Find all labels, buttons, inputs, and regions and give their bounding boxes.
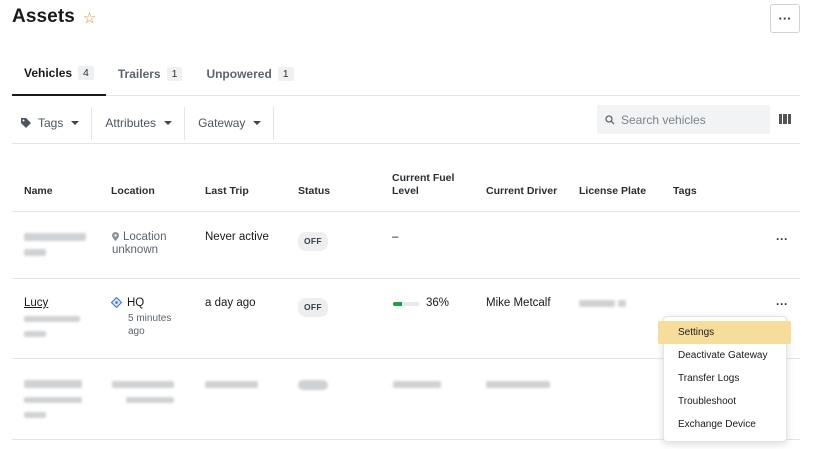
asset-tabs: Vehicles 4 Trailers 1 Unpowered 1	[12, 52, 800, 96]
tags-filter[interactable]: Tags	[12, 106, 93, 140]
menu-item-exchange-device[interactable]: Exchange Device	[664, 413, 786, 436]
chevron-down-icon	[71, 121, 80, 125]
attributes-filter-label: Attributes	[105, 116, 157, 130]
page-more-button[interactable]: ···	[770, 4, 800, 33]
chevron-down-icon	[253, 121, 262, 125]
fuel-redacted	[393, 379, 441, 392]
location-text: HQ	[127, 297, 145, 309]
menu-item-deactivate-gateway[interactable]: Deactivate Gateway	[664, 344, 786, 367]
column-header-fuel[interactable]: Current Fuel Level	[392, 172, 462, 198]
tags-filter-label: Tags	[38, 116, 64, 130]
hq-geofence-icon	[111, 297, 122, 308]
driver-redacted	[486, 379, 550, 392]
row-more-button[interactable]: ···	[776, 298, 788, 310]
tab-label: Vehicles	[24, 66, 73, 80]
gateway-filter-label: Gateway	[198, 116, 246, 130]
status-redacted	[298, 380, 328, 394]
location-pin-icon	[112, 232, 119, 241]
status-badge: OFF	[298, 232, 328, 251]
last-trip-redacted	[205, 379, 258, 392]
vehicle-name-link[interactable]: Lucy	[24, 297, 48, 309]
driver-cell: Mike Metcalf	[486, 297, 551, 309]
row-context-menu: Settings Deactivate Gateway Transfer Log…	[658, 316, 791, 442]
last-trip-cell: Never active	[205, 231, 269, 243]
tab-count: 1	[166, 66, 183, 81]
tab-count: 1	[277, 66, 294, 81]
location-time: 5 minutes ago	[128, 313, 172, 337]
search-icon	[605, 114, 615, 124]
column-header-status[interactable]: Status	[298, 185, 330, 198]
star-icon[interactable]: ☆	[83, 11, 96, 26]
attributes-filter[interactable]: Attributes	[92, 106, 186, 140]
column-header-plate[interactable]: License Plate	[579, 185, 646, 198]
menu-item-settings[interactable]: Settings	[658, 321, 791, 344]
column-header-tags[interactable]: Tags	[673, 185, 697, 198]
tab-vehicles[interactable]: Vehicles 4	[12, 52, 106, 96]
columns-icon[interactable]	[779, 114, 791, 124]
tab-label: Trailers	[117, 66, 161, 81]
page-title: Assets	[12, 6, 75, 27]
filter-bar: Tags Attributes Gateway	[12, 103, 800, 144]
menu-item-transfer-logs[interactable]: Transfer Logs	[664, 367, 786, 390]
status-cell: OFF	[298, 298, 328, 317]
vehicle-name-redacted	[24, 379, 82, 422]
fuel-bar	[393, 301, 419, 306]
location-text: Location unknown	[112, 231, 167, 256]
row-more-button[interactable]: ···	[776, 233, 788, 245]
search-box[interactable]	[597, 105, 770, 134]
chevron-down-icon	[164, 121, 173, 125]
table-row[interactable]: Location unknown Never active OFF – ···	[12, 212, 800, 279]
status-cell: OFF	[298, 232, 328, 251]
column-header-name[interactable]: Name	[24, 185, 53, 198]
table-header: Name Location Last Trip Status Current F…	[12, 168, 800, 212]
location-redacted	[112, 379, 174, 407]
menu-item-troubleshoot[interactable]: Troubleshoot	[664, 390, 786, 413]
fuel-bar-fill	[393, 301, 403, 306]
gateway-filter[interactable]: Gateway	[185, 106, 275, 140]
status-badge: OFF	[298, 298, 328, 317]
location-cell: HQ 5 minutes ago	[111, 297, 191, 338]
fuel-percent: 36%	[426, 297, 450, 309]
column-header-location[interactable]: Location	[111, 185, 155, 198]
tab-trailers[interactable]: Trailers 1	[106, 52, 195, 95]
column-header-last-trip[interactable]: Last Trip	[205, 185, 249, 198]
fuel-cell: –	[392, 231, 399, 243]
tab-label: Unpowered	[206, 66, 272, 81]
plate-redacted	[579, 298, 627, 311]
vehicle-name-redacted	[24, 232, 86, 260]
fuel-cell: 36%	[393, 297, 449, 310]
location-cell: Location unknown	[112, 231, 184, 257]
search-input[interactable]	[621, 112, 761, 127]
tag-icon	[21, 118, 31, 128]
vehicle-name-cell: Lucy	[24, 297, 80, 341]
column-header-driver[interactable]: Current Driver	[486, 185, 557, 198]
page-header: Assets ☆	[12, 6, 96, 28]
tab-unpowered[interactable]: Unpowered 1	[194, 52, 305, 95]
last-trip-cell: a day ago	[205, 297, 256, 309]
tab-count: 4	[78, 66, 94, 80]
